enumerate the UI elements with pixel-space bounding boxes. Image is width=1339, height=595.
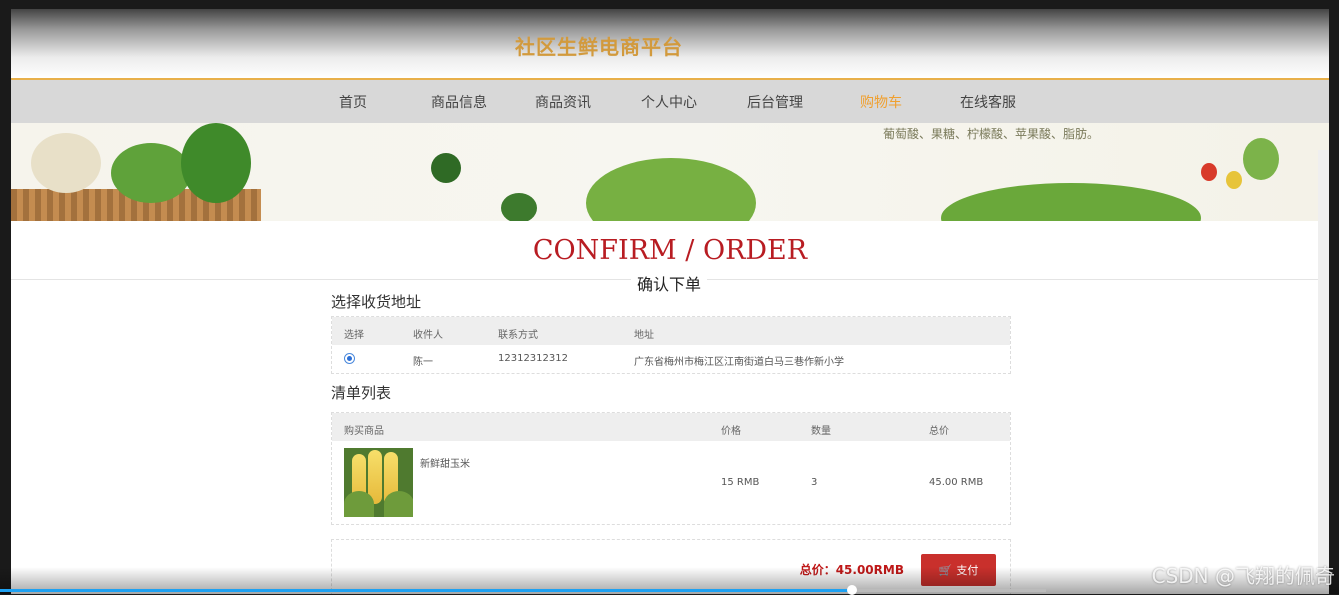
- broccoli-image-2: [501, 193, 537, 221]
- browser-viewport: 社区生鲜电商平台 首页 商品信息 商品资讯 个人中心 后台管理 购物车 在线客服…: [11, 9, 1329, 594]
- recipient-name: 陈一: [413, 357, 433, 368]
- nav-cart[interactable]: 购物车: [860, 92, 902, 112]
- product-name[interactable]: 新鲜甜玉米: [420, 455, 470, 470]
- page-scrollbar[interactable]: [1318, 150, 1329, 580]
- nav-profile[interactable]: 个人中心: [641, 92, 697, 112]
- recipient-address: 广东省梅州市梅江区江南街道白马三巷作新小学: [634, 357, 844, 368]
- csdn-watermark: CSDN @飞翔的佩奇: [1151, 564, 1335, 588]
- order-title-cn: 确认下单: [631, 271, 708, 295]
- header-phone: 联系方式: [498, 330, 538, 341]
- product-total: 45.00 RMB: [929, 477, 984, 488]
- header-total: 总价: [929, 426, 949, 437]
- leaf-image: [1243, 138, 1279, 180]
- items-section-title: 清单列表: [331, 384, 392, 402]
- broccoli-image: [431, 153, 461, 183]
- nav-home[interactable]: 首页: [339, 92, 367, 112]
- vegetable-banner: 葡萄酸、果糖、柠檬酸、苹果酸、脂肪。: [11, 123, 1329, 221]
- nav-support[interactable]: 在线客服: [960, 92, 1016, 112]
- recipient-phone: 12312312312: [498, 353, 568, 364]
- corn-husk: [384, 491, 413, 517]
- cabbage-image: [31, 133, 101, 193]
- cucumber-image: [111, 143, 191, 203]
- address-section-title: 选择收货地址: [331, 293, 422, 311]
- header-product: 购买商品: [344, 426, 384, 437]
- header-bar: 社区生鲜电商平台: [11, 9, 1329, 80]
- pepper-image-2: [1226, 171, 1242, 189]
- video-progress-fill: [0, 589, 853, 592]
- product-quantity: 3: [811, 477, 818, 488]
- cucumber-image-2: [181, 123, 251, 203]
- nav-news[interactable]: 商品资讯: [535, 92, 591, 112]
- address-radio[interactable]: [344, 353, 355, 364]
- address-table-header: 选择 收件人 联系方式 地址: [332, 317, 1010, 345]
- items-table-header: 购买商品 价格 数量 总价: [332, 413, 1010, 441]
- product-price: 15 RMB: [721, 477, 760, 488]
- header-quantity: 数量: [811, 426, 831, 437]
- greens-image: [941, 183, 1201, 221]
- header-price: 价格: [721, 426, 741, 437]
- address-row[interactable]: 陈一 12312312312 广东省梅州市梅江区江南街道白马三巷作新小学: [332, 345, 1010, 372]
- corn-product-image[interactable]: [344, 448, 413, 517]
- nav-products[interactable]: 商品信息: [431, 92, 487, 112]
- corn-husk: [344, 491, 374, 517]
- address-table: 选择 收件人 联系方式 地址 陈一 12312312312 广东省梅州市梅江区江…: [331, 316, 1011, 374]
- item-row: 新鲜甜玉米 15 RMB 3 45.00 RMB: [332, 441, 1010, 523]
- site-title: 社区生鲜电商平台: [515, 35, 683, 59]
- banner-caption: 葡萄酸、果糖、柠檬酸、苹果酸、脂肪。: [883, 127, 1100, 141]
- pepper-image: [1201, 163, 1217, 181]
- header-address: 地址: [634, 330, 654, 341]
- order-title-en: CONFIRM / ORDER: [532, 235, 808, 266]
- main-nav: 首页 商品信息 商品资讯 个人中心 后台管理 购物车 在线客服: [11, 80, 1329, 123]
- video-progress-bar[interactable]: [0, 585, 1046, 595]
- items-table: 购买商品 价格 数量 总价 新鲜甜玉米 15 RMB 3 45.00 RMB: [331, 412, 1011, 525]
- header-select: 选择: [344, 330, 364, 341]
- nav-admin[interactable]: 后台管理: [747, 92, 803, 112]
- lettuce-image: [586, 158, 756, 221]
- header-recipient: 收件人: [413, 330, 443, 341]
